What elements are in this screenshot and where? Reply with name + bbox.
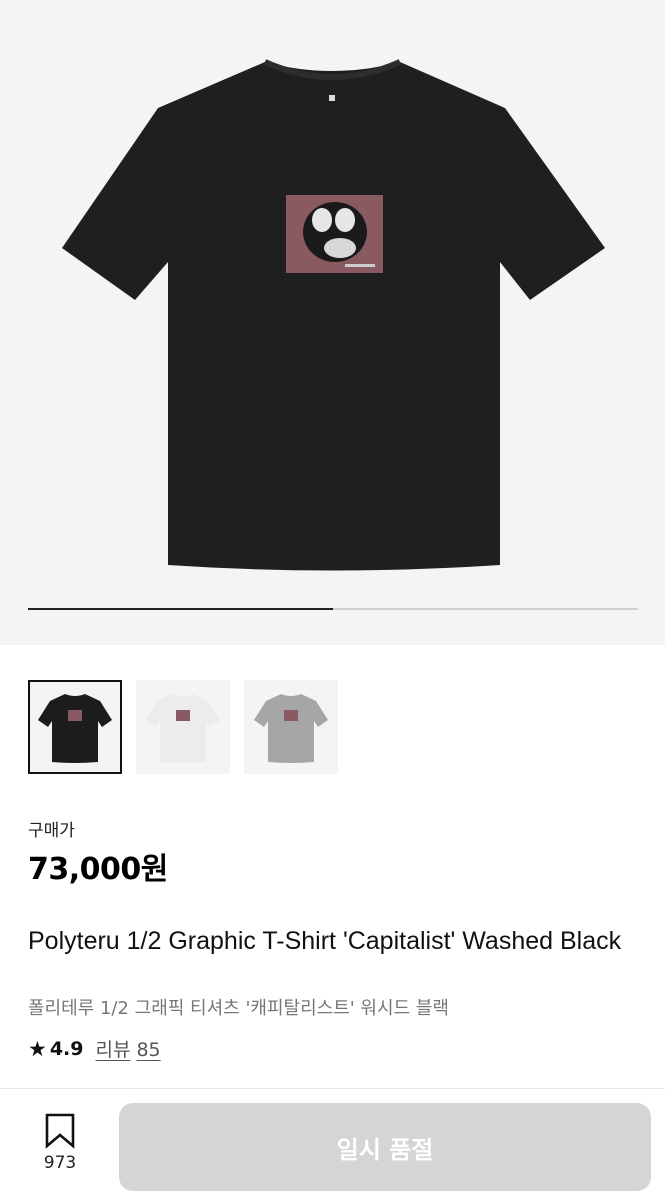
thumbnail-black[interactable] [28,680,122,774]
price-label: 구매가 [28,821,75,841]
reviews-label: 리뷰 [95,1039,131,1061]
bookmark-button[interactable]: 973 [30,1113,90,1173]
thumbnail-image [146,694,220,763]
star-icon: ★ [28,1036,47,1061]
bookmark-icon [45,1113,75,1149]
bookmark-count: 973 [43,1153,77,1173]
gallery-progress-track [28,608,638,610]
rating-score: 4.9 [49,1037,84,1060]
reviews-link[interactable]: 리뷰 85 [96,1035,161,1062]
reviews-count: 85 [136,1039,161,1061]
product-subtitle: 폴리테루 1/2 그래픽 티셔츠 '캐피탈리스트' 워시드 블랙 [28,998,449,1019]
thumbnail-list [28,680,338,774]
product-title: Polyteru 1/2 Graphic T-Shirt 'Capitalist… [28,927,622,955]
bottom-action-bar: 973 일시 품절 [0,1088,665,1200]
gallery-progress-fill [28,608,333,610]
thumbnail-white[interactable] [136,680,230,774]
rating-row: ★ 4.9 리뷰 85 [28,1035,161,1062]
thumbnail-image [38,694,112,763]
thumbnail-image [254,694,328,763]
product-main-image [62,59,605,571]
product-image-gallery[interactable] [0,0,665,645]
thumbnail-grey[interactable] [244,680,338,774]
price-value: 73,000원 [28,852,168,887]
sold-out-button[interactable]: 일시 품절 [119,1103,651,1191]
